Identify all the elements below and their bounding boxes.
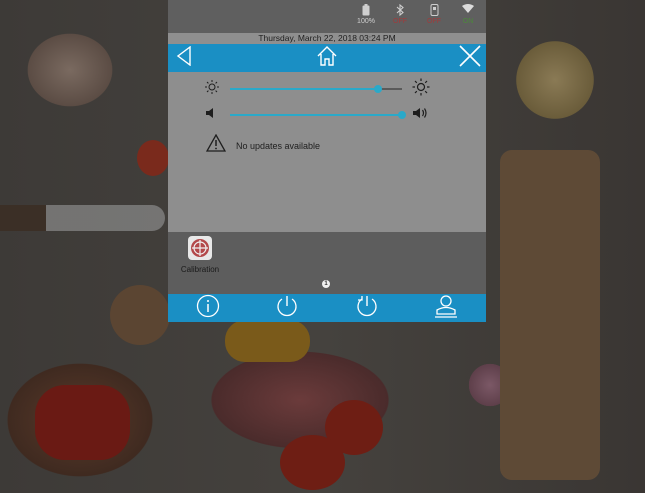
usb-status: OFF [424, 4, 444, 26]
volume-slider[interactable] [230, 108, 406, 122]
spoon-image [110, 285, 170, 345]
calibration-app[interactable]: Calibration [178, 236, 222, 274]
date-time: Thursday, March 22, 2018 03:24 PM [168, 33, 486, 44]
apps-panel: Calibration 1 [168, 232, 486, 294]
volume-low-icon [204, 105, 220, 126]
tomato-image [137, 140, 169, 176]
status-bar: 100% OFF OFF ON [168, 0, 486, 33]
battery-icon [356, 4, 376, 18]
pepper-image [225, 320, 310, 362]
bottom-bar [168, 294, 486, 322]
red-pepper-image [35, 385, 130, 460]
restart-button[interactable] [353, 294, 381, 323]
brightness-slider-knob[interactable] [373, 85, 382, 93]
top-nav-bar [168, 44, 486, 72]
home-icon [316, 45, 338, 72]
update-status: No updates available [205, 133, 321, 157]
brightness-row [204, 78, 430, 100]
wifi-label: ON [462, 18, 474, 25]
settings-content: No updates available [168, 72, 486, 232]
user-button[interactable] [432, 294, 460, 323]
user-icon [433, 294, 459, 323]
update-message: No updates available [236, 140, 321, 151]
close-button[interactable] [454, 44, 486, 72]
settings-dialog: 100% OFF OFF ON Thursday, March 22, 2018… [168, 0, 486, 322]
volume-slider-knob[interactable] [398, 111, 406, 119]
wifi-status: ON [458, 4, 478, 26]
info-icon [196, 294, 220, 323]
home-button[interactable] [311, 44, 343, 72]
knife-image [0, 205, 165, 231]
calibration-icon [188, 236, 212, 260]
power-button[interactable] [273, 294, 301, 323]
cutting-board-image [500, 150, 600, 480]
wifi-icon [458, 4, 478, 18]
volume-row [204, 107, 430, 123]
back-triangle-icon [176, 45, 192, 71]
back-button[interactable] [168, 44, 200, 72]
warning-icon [205, 133, 227, 157]
usb-label: OFF [427, 18, 441, 25]
battery-label: 100% [357, 18, 375, 25]
bluetooth-label: OFF [393, 18, 407, 25]
brightness-low-icon [204, 79, 220, 100]
power-icon [275, 294, 299, 323]
calibration-label: Calibration [180, 265, 220, 274]
bluetooth-status: OFF [390, 3, 410, 26]
battery-status: 100% [356, 4, 376, 26]
tomato-image [280, 435, 345, 490]
close-icon [459, 44, 481, 72]
bluetooth-icon [390, 3, 410, 18]
volume-high-icon [412, 105, 430, 126]
page-indicator: 1 [322, 280, 330, 288]
info-button[interactable] [194, 294, 222, 323]
brightness-slider[interactable] [230, 82, 402, 96]
usb-icon [424, 4, 444, 18]
brightness-high-icon [412, 78, 430, 101]
restart-icon [355, 294, 379, 323]
